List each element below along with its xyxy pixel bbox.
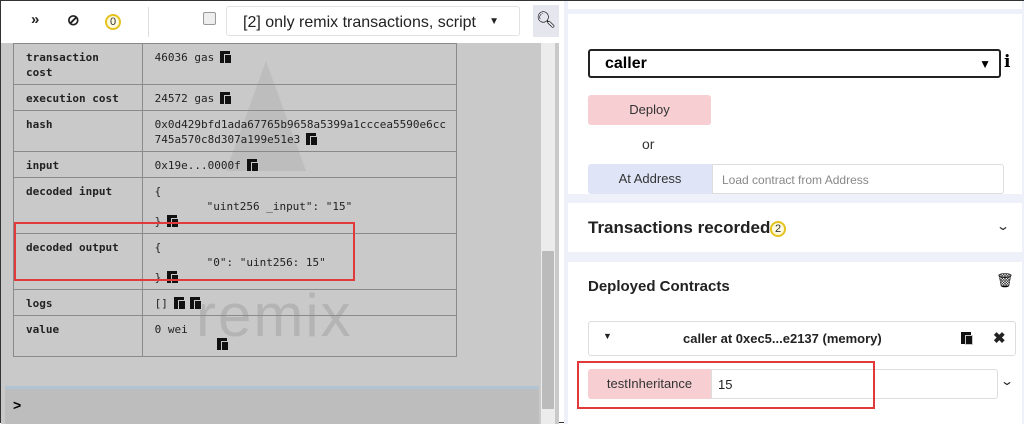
function-call-highlight — [577, 361, 875, 409]
row-value: 0x19e...0000f — [141, 151, 458, 178]
copy-icon[interactable] — [306, 133, 319, 146]
scrollbar-thumb[interactable] — [542, 251, 554, 409]
value-line: 0x0d429bfd1ada67765b9658a5399a1cccea5590… — [154, 118, 446, 131]
table-row: hash 0x0d429bfd1ada67765b9658a5399a1cccea… — [13, 110, 458, 152]
copy-icon[interactable] — [220, 92, 233, 105]
row-key: hash — [13, 110, 143, 152]
pending-transactions-badge: 0 — [105, 12, 121, 30]
row-key: input — [13, 151, 143, 178]
value-line: 0 wei — [154, 323, 188, 336]
terminal-toolbar: » ⊘ 0 [2] only remix transactions, scrip… — [1, 1, 559, 43]
decoded-output-highlight — [14, 222, 355, 281]
copy-icon[interactable] — [216, 338, 229, 351]
contract-select[interactable]: caller ▼ — [588, 49, 1001, 78]
command-line[interactable]: > — [5, 386, 539, 424]
row-value: 0 wei — [141, 315, 458, 357]
row-key: value — [13, 315, 143, 357]
trash-icon[interactable]: 🗑︎ — [996, 272, 1014, 289]
deploy-run-panel: caller ▼ i Deploy or At Address Load cont… — [564, 1, 1024, 424]
row-value: 24572 gas — [141, 84, 458, 111]
listen-all-checkbox[interactable] — [203, 12, 216, 25]
row-key: logs — [13, 289, 143, 316]
close-icon[interactable]: ✖ — [993, 329, 1006, 347]
transactions-recorded-card[interactable]: Transactions recorded: 2 ⌄ — [568, 203, 1022, 252]
value-line: { — [154, 185, 162, 198]
deploy-button[interactable]: Deploy — [588, 95, 711, 125]
deployed-contracts-label: Deployed Contracts — [588, 278, 730, 295]
row-value: 46036 gas — [141, 43, 458, 85]
transactions-count-badge: 2 — [770, 219, 786, 237]
table-row: execution cost 24572 gas — [13, 84, 458, 111]
search-icon: 🔍︎ — [535, 12, 557, 29]
prompt: > — [13, 397, 22, 413]
search-button[interactable]: 🔍︎ — [533, 5, 559, 37]
chevron-down-icon[interactable]: ⌄ — [1000, 374, 1014, 388]
table-row: transaction cost 46036 gas — [13, 43, 458, 85]
value-line: 46036 gas — [154, 51, 215, 64]
table-row: logs [] — [13, 289, 458, 316]
terminal-panel: » ⊘ 0 [2] only remix transactions, scrip… — [1, 1, 559, 424]
row-value: 0x0d429bfd1ada67765b9658a5399a1cccea5590… — [141, 110, 458, 152]
table-row: input 0x19e...0000f — [13, 151, 458, 178]
copy-icon[interactable] — [246, 159, 259, 172]
contract-select-value: caller — [605, 55, 647, 72]
transaction-filter-select[interactable]: [2] only remix transactions, script ▼ — [226, 6, 520, 36]
value-line: "uint256 _input": "15" — [206, 200, 353, 213]
clear-console-icon[interactable]: ⊘ — [67, 11, 80, 29]
address-input[interactable]: Load contract from Address — [712, 164, 1004, 194]
at-address-button[interactable]: At Address — [588, 164, 712, 194]
copy-icon[interactable] — [220, 51, 233, 64]
row-key: transaction cost — [13, 43, 143, 85]
value-line: 745a570c8d307a199e51e3 — [154, 133, 301, 146]
row-key: execution cost — [13, 84, 143, 111]
value-line: 0x19e...0000f — [154, 159, 241, 172]
table-row: value 0 wei — [13, 315, 458, 357]
toolbar-divider — [148, 7, 149, 37]
copy-icon[interactable] — [189, 297, 202, 310]
instance-label: caller at 0xec5...e2137 (memory) — [683, 331, 882, 346]
caret-down-icon[interactable]: ▼ — [603, 331, 612, 341]
copy-icon[interactable] — [961, 330, 973, 345]
caret-down-icon: ▼ — [979, 57, 991, 71]
or-label: or — [642, 136, 655, 152]
transaction-details-table: transaction cost 46036 gas execution cost 2… — [13, 43, 458, 357]
card-top — [568, 1, 1022, 9]
collapse-terminal-icon[interactable]: » — [31, 11, 39, 28]
info-icon[interactable]: i — [1004, 52, 1010, 72]
contract-instance[interactable]: ▼ caller at 0xec5...e2137 (memory) ✖ — [588, 321, 1016, 356]
deploy-card: caller ▼ i Deploy or At Address Load cont… — [568, 14, 1022, 194]
transactions-recorded-label: Transactions recorded: — [588, 218, 777, 237]
value-line: [] — [154, 297, 168, 310]
caret-down-icon: ▼ — [489, 16, 499, 27]
filter-label: [2] only remix transactions, script — [243, 14, 476, 31]
row-value: [] — [141, 289, 458, 316]
value-line: 24572 gas — [154, 92, 215, 105]
chevron-down-icon[interactable]: ⌄ — [996, 219, 1010, 233]
copy-icon[interactable] — [173, 297, 186, 310]
